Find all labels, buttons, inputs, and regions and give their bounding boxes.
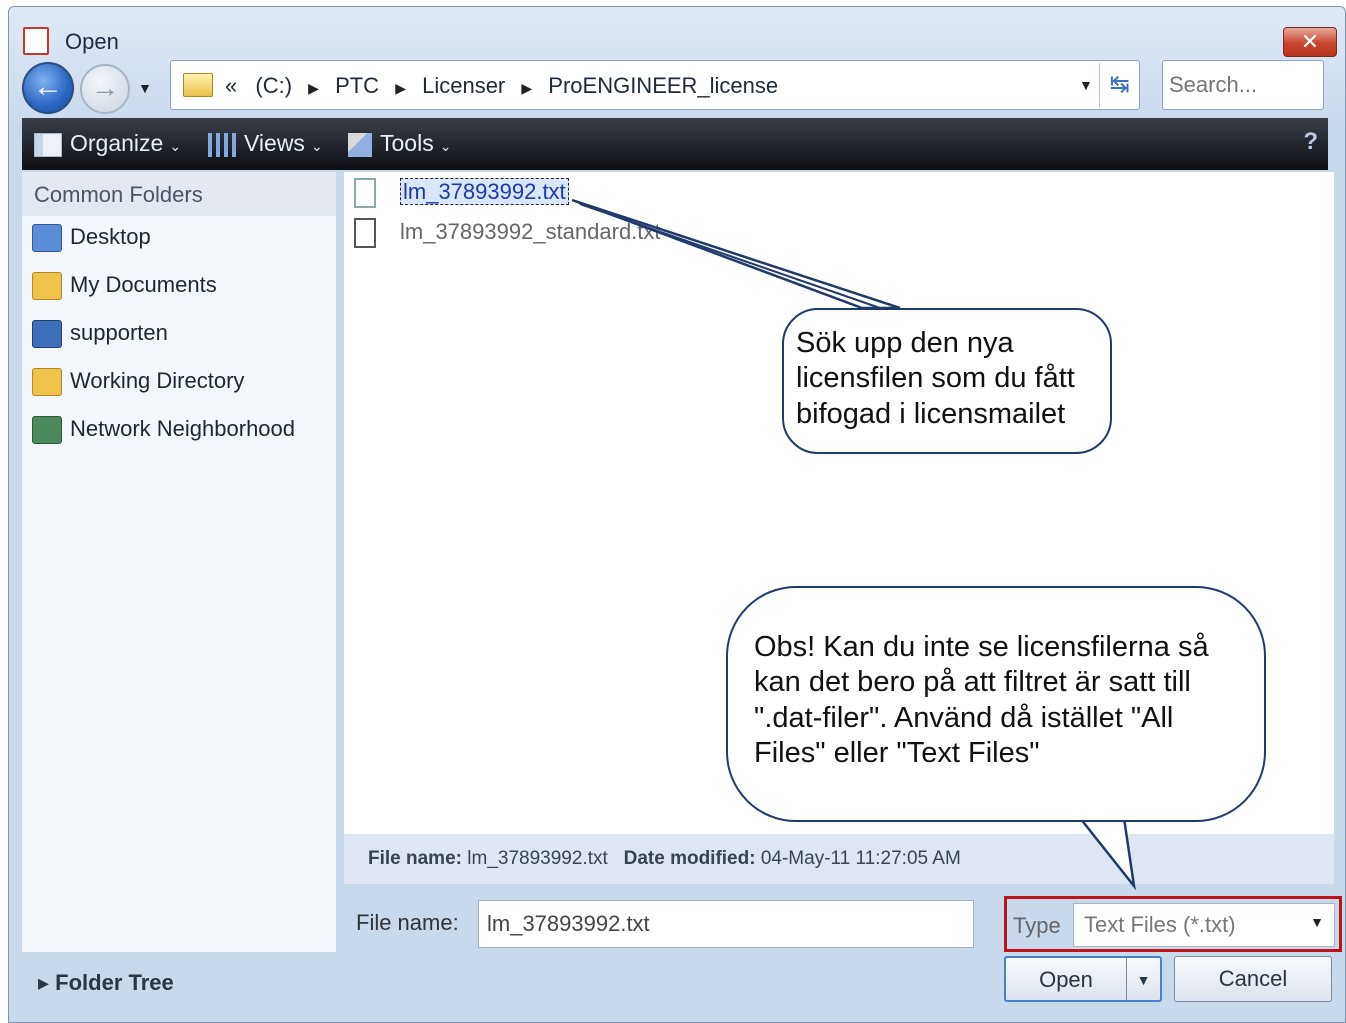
chevron-down-icon: ⌄: [169, 138, 182, 154]
type-label: Type: [1013, 913, 1061, 938]
common-folders-header: Common Folders: [22, 172, 336, 216]
network-icon: [32, 416, 62, 445]
open-button-label: Open: [1039, 967, 1093, 992]
callout-line: Sök upp den nya: [796, 327, 1014, 359]
callout-line: Obs! Kan du inte se licensfilerna så: [754, 631, 1209, 663]
text-file-icon: [354, 178, 376, 208]
callout-line: bifogad i licensmailet: [796, 397, 1066, 430]
file-type-value: Text Files (*.txt): [1084, 912, 1236, 937]
breadcrumb-item-proengineer-license[interactable]: ProENGINEER_license: [548, 73, 778, 98]
annotation-callout-filter-note: Obs! Kan du inte se licensfilerna så kan…: [726, 586, 1266, 822]
close-button[interactable]: ✕: [1283, 27, 1337, 57]
tools-icon: [348, 132, 372, 157]
breadcrumb-item-ptc[interactable]: PTC: [335, 73, 379, 98]
file-item[interactable]: lm_37893992.txt: [354, 177, 569, 214]
tools-label: Tools: [380, 130, 434, 156]
sidebar-item-network-neighborhood[interactable]: Network Neighborhood: [32, 416, 295, 452]
file-name: lm_37893992_standard.txt: [400, 218, 661, 244]
file-name-input[interactable]: [478, 900, 974, 948]
tools-menu[interactable]: Tools ⌄: [348, 130, 451, 157]
breadcrumb: « (C:) ▶ PTC ▶ Licenser ▶ ProENGINEER_li…: [225, 73, 778, 99]
search-box: [1162, 60, 1324, 110]
views-label: Views: [244, 130, 305, 156]
computer-icon: [32, 320, 62, 349]
help-icon[interactable]: ?: [1303, 128, 1318, 156]
organize-label: Organize: [70, 130, 164, 156]
forward-button[interactable]: →: [80, 64, 130, 114]
organize-menu[interactable]: Organize ⌄: [34, 130, 181, 157]
file-type-select[interactable]: Text Files (*.txt) ▼: [1073, 903, 1335, 947]
sidebar-item-working-directory[interactable]: Working Directory: [32, 368, 244, 404]
organize-icon: [34, 132, 62, 157]
breadcrumb-item-drive[interactable]: (C:): [255, 73, 292, 98]
breadcrumb-item-licenser[interactable]: Licenser: [422, 73, 505, 98]
file-details-bar: File name: lm_37893992.txt Date modified…: [344, 834, 1334, 884]
views-menu[interactable]: Views ⌄: [208, 130, 323, 157]
callout-line: Files" eller "Text Files": [754, 737, 1040, 770]
views-icon: [208, 132, 236, 157]
address-dropdown-icon[interactable]: ▼: [1079, 77, 1093, 93]
chevron-down-icon: ⌄: [439, 138, 452, 154]
callout-line: kan det bero på att filtret är satt till: [754, 666, 1191, 699]
folder-icon: [183, 73, 213, 97]
sidebar-item-label: Network Neighborhood: [70, 416, 296, 441]
sidebar-item-label: Working Directory: [70, 368, 245, 393]
my-documents-icon: [32, 272, 62, 301]
sidebar-item-label: Desktop: [70, 224, 151, 249]
details-date-label: Date modified:: [623, 848, 756, 869]
details-date-value: 04-May-11 11:27:05 AM: [760, 848, 961, 869]
text-file-icon: [354, 218, 376, 248]
sidebar-item-my-documents[interactable]: My Documents: [32, 272, 217, 308]
details-file-name-label: File name:: [368, 848, 462, 869]
window-title: Open: [65, 29, 119, 54]
breadcrumb-overflow[interactable]: «: [225, 73, 237, 98]
breadcrumb-separator-icon[interactable]: ▶: [308, 80, 319, 96]
breadcrumb-separator-icon[interactable]: ▶: [521, 80, 532, 96]
file-name: lm_37893992.txt: [400, 177, 569, 205]
breadcrumb-separator-icon[interactable]: ▶: [395, 80, 406, 96]
annotation-callout-find-file: Sök upp den nya licensfilen som du fått …: [782, 308, 1112, 454]
file-name-label: File name:: [356, 910, 459, 935]
search-input[interactable]: [1169, 71, 1317, 99]
command-toolbar: Organize ⌄ Views ⌄ Tools ⌄ ?: [22, 118, 1328, 170]
recent-pages-dropdown-icon[interactable]: ▼: [138, 80, 152, 96]
details-file-name-value: lm_37893992.txt: [467, 848, 608, 869]
desktop-icon: [32, 224, 62, 253]
sidebar-item-label: My Documents: [70, 272, 217, 297]
folder-tree-toggle[interactable]: ▸ Folder Tree: [38, 970, 174, 996]
cancel-button[interactable]: Cancel: [1174, 956, 1332, 1002]
open-options-dropdown-icon[interactable]: ▼: [1126, 958, 1160, 1000]
callout-line: licensfilen som du fått: [796, 362, 1075, 395]
type-filter-highlight: Type Text Files (*.txt) ▼: [1004, 896, 1342, 952]
file-item[interactable]: lm_37893992_standard.txt: [354, 218, 661, 254]
sidebar-item-supporten[interactable]: supporten: [32, 320, 168, 356]
address-bar[interactable]: « (C:) ▶ PTC ▶ Licenser ▶ ProENGINEER_li…: [170, 60, 1140, 110]
back-button[interactable]: ←: [22, 62, 74, 114]
sidebar-item-desktop[interactable]: Desktop: [32, 224, 151, 260]
callout-line: ".dat-filer". Använd då istället "All: [754, 701, 1174, 734]
open-button[interactable]: Open ▼: [1004, 956, 1162, 1002]
common-folders-panel: Common Folders Desktop My Documents supp…: [22, 172, 336, 952]
working-directory-icon: [32, 368, 62, 397]
title-bar: Open ✕: [9, 7, 1345, 65]
sidebar-item-label: supporten: [70, 320, 168, 345]
app-icon: [23, 27, 49, 55]
chevron-down-icon: ▼: [1310, 914, 1324, 930]
refresh-icon[interactable]: ↹: [1099, 63, 1139, 107]
chevron-down-icon: ⌄: [310, 138, 323, 154]
